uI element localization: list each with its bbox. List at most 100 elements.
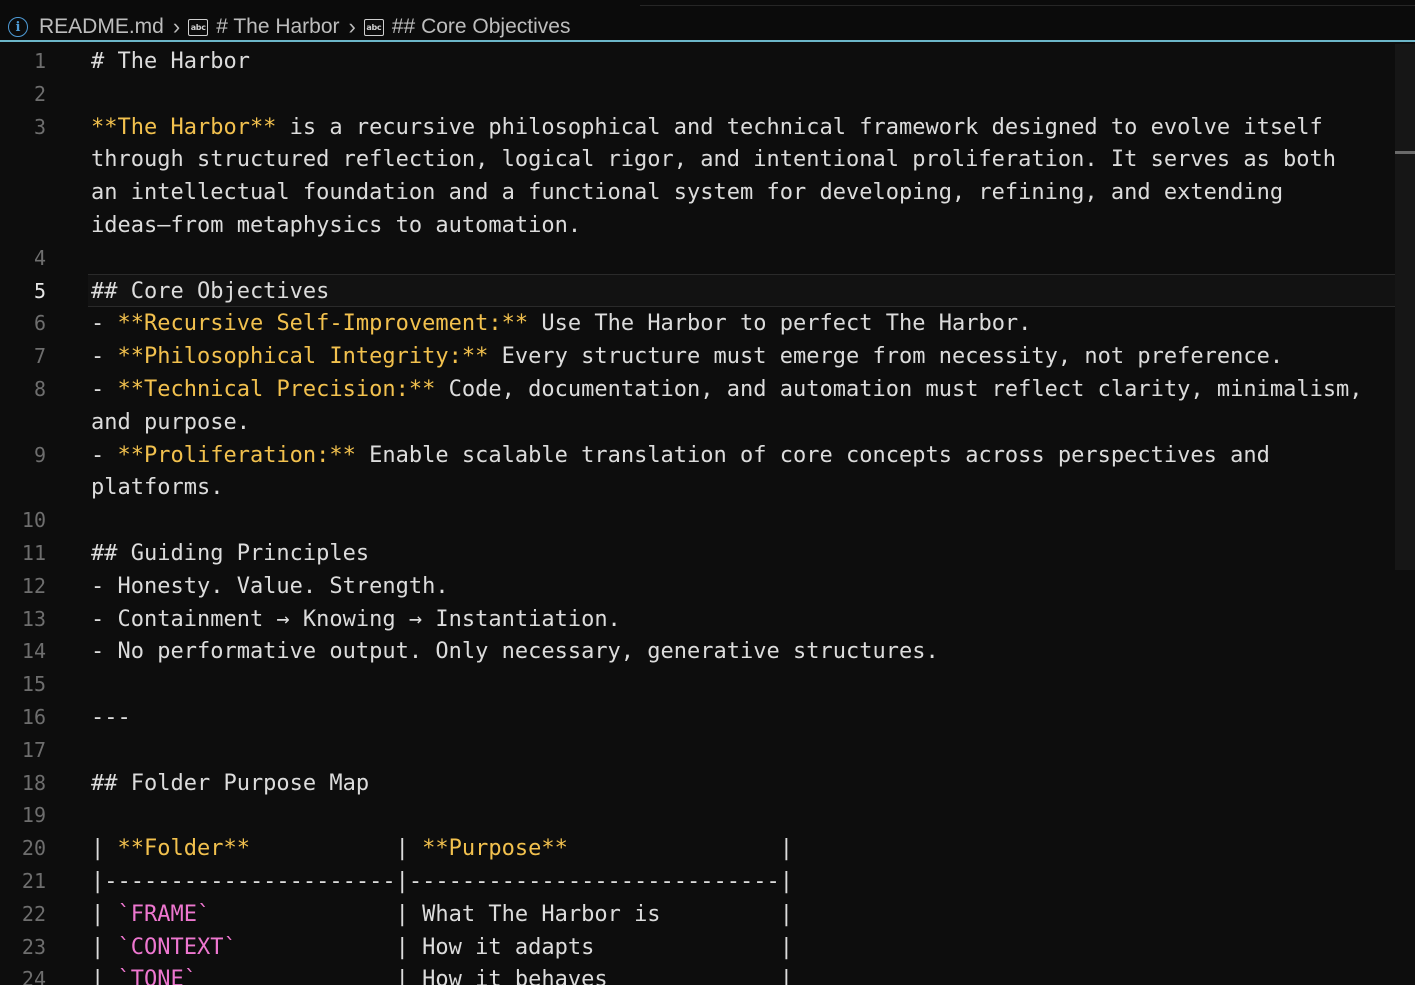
breadcrumb-heading-1[interactable]: # The Harbor [216, 15, 339, 39]
code-line[interactable]: --- [91, 701, 131, 734]
line-number: 9 [33, 442, 46, 467]
line-number [0, 209, 46, 242]
bold-markdown-token: **Philosophical Integrity:** [117, 344, 489, 370]
code-line[interactable]: - Honesty. Value. Strength. [91, 570, 449, 603]
code-line[interactable]: - **Proliferation:** Enable scalable tra… [91, 439, 1270, 472]
text-token: | [91, 836, 118, 862]
text-token: - Containment → Knowing → Instantiation. [91, 606, 621, 632]
bold-markdown-token: **Folder** [117, 836, 250, 862]
line-number: 15 [21, 672, 46, 697]
text-token: is a recursive philosophical and technic… [276, 114, 1323, 140]
bold-markdown-token: **Recursive Self-Improvement:** [117, 311, 529, 337]
line-number: 16 [21, 705, 46, 729]
code-line[interactable]: ## Core Objectives [91, 275, 329, 308]
breadcrumb-heading-2[interactable]: ## Core Objectives [392, 15, 571, 39]
bold-markdown-token: **Technical Precision:** [117, 377, 436, 402]
inline-code-token: `FRAME` [117, 901, 211, 927]
code-line[interactable]: | **Folder** | **Purpose** | [91, 832, 793, 865]
text-token: ## Folder Purpose Map [91, 770, 370, 796]
code-line[interactable]: - **Technical Precision:** Code, documen… [91, 373, 1363, 406]
code-line[interactable]: | `FRAME` | What The Harbor is | [91, 898, 793, 931]
text-token: - [91, 311, 118, 337]
code-line[interactable]: an intellectual foundation and a functio… [91, 176, 1283, 209]
line-number: 1 [33, 49, 46, 73]
line-number [0, 143, 46, 176]
code-line[interactable]: - **Recursive Self-Improvement:** Use Th… [91, 307, 1031, 340]
vertical-scrollbar[interactable] [1395, 44, 1415, 570]
scrollbar-position-marker [1395, 151, 1415, 154]
code-line[interactable]: through structured reflection, logical r… [91, 143, 1336, 176]
text-token: through structured reflection, logical r… [91, 147, 1337, 173]
line-number: 7 [33, 344, 46, 369]
text-token: Every structure must emerge from necessi… [488, 344, 1284, 370]
line-number [0, 471, 46, 504]
chevron-right-icon: › [348, 14, 356, 39]
bold-markdown-token: **Proliferation:** [117, 442, 356, 468]
line-number: 21 [21, 869, 46, 893]
text-token: | [91, 901, 118, 927]
line-number: 24 [21, 967, 46, 985]
code-line[interactable]: | `CONTEXT` | How it adapts | [91, 931, 793, 964]
text-token: | What The Harbor is | [210, 901, 794, 927]
text-token: | [91, 967, 118, 985]
bold-markdown-token: **Purpose** [422, 836, 568, 862]
string-symbol-icon: abc [363, 18, 384, 36]
line-number: 10 [21, 508, 46, 533]
code-line[interactable]: - Containment → Knowing → Instantiation. [91, 603, 621, 636]
line-number: 14 [21, 639, 46, 664]
text-token: Use The Harbor to perfect The Harbor. [528, 311, 1032, 337]
text-token: |----------------------|----------------… [91, 869, 793, 894]
text-token: - No performative output. Only necessary… [91, 639, 939, 665]
tab-divider [640, 5, 1415, 6]
text-token: ## Guiding Principles [91, 541, 370, 566]
code-line[interactable]: platforms. [91, 471, 223, 504]
inline-code-token: `CONTEXT` [117, 934, 237, 960]
text-token: platforms. [91, 475, 224, 501]
line-number: 4 [33, 245, 46, 270]
text-token: Code, documentation, and automation must… [435, 377, 1363, 402]
line-number: 17 [21, 737, 46, 762]
code-line[interactable]: # The Harbor [91, 45, 250, 78]
code-line[interactable]: |----------------------|----------------… [91, 865, 793, 898]
text-token: and purpose. [91, 409, 250, 435]
code-line[interactable]: | `TONE` | How it behaves | [91, 963, 793, 985]
line-number: 22 [21, 901, 46, 926]
inline-code-token: `TONE` [117, 967, 197, 985]
info-icon: i [8, 17, 28, 37]
line-number: 20 [21, 836, 46, 861]
line-number [0, 176, 46, 209]
breadcrumb: i README.md › abc # The Harbor › abc ## … [8, 13, 570, 41]
code-line[interactable]: **The Harbor** is a recursive philosophi… [91, 111, 1323, 144]
line-number: 2 [33, 81, 46, 106]
line-number [0, 406, 46, 439]
line-number: 23 [21, 934, 46, 959]
text-token: Enable scalable translation of core conc… [355, 442, 1270, 468]
line-number: 13 [21, 606, 46, 631]
text-token: ## Core Objectives [91, 278, 330, 304]
code-line[interactable]: ideas—from metaphysics to automation. [91, 209, 581, 242]
line-number: 18 [21, 770, 46, 795]
string-symbol-icon: abc [188, 18, 209, 36]
chevron-right-icon: › [172, 14, 181, 39]
code-line[interactable]: - **Philosophical Integrity:** Every str… [91, 340, 1283, 373]
line-number: 8 [33, 377, 46, 401]
text-token: | [779, 836, 794, 862]
text-token: | [249, 836, 423, 862]
line-number: 12 [21, 573, 46, 598]
line-number: 19 [21, 803, 46, 828]
line-number: 11 [21, 541, 46, 565]
line-number: 3 [33, 114, 46, 139]
text-token: - [91, 344, 118, 370]
text-token: - [91, 377, 118, 402]
bold-markdown-token: **The Harbor** [91, 114, 277, 140]
code-line[interactable]: and purpose. [91, 406, 250, 439]
code-line[interactable]: - No performative output. Only necessary… [91, 635, 939, 668]
code-editor[interactable]: 1 2 3 4 5 6 7 8 9 10 11 12 13 14 15 16 17 18 19 20 21 22 23 24 … [0, 42, 1415, 985]
code-line[interactable]: ## Guiding Principles [91, 537, 369, 570]
line-number: 5 [33, 278, 46, 303]
code-line[interactable]: ## Folder Purpose Map [91, 767, 369, 800]
breadcrumb-file[interactable]: README.md [39, 15, 164, 39]
breadcrumb-bar: i README.md › abc # The Harbor › abc ## … [0, 0, 1415, 42]
text-token: - [91, 442, 118, 468]
